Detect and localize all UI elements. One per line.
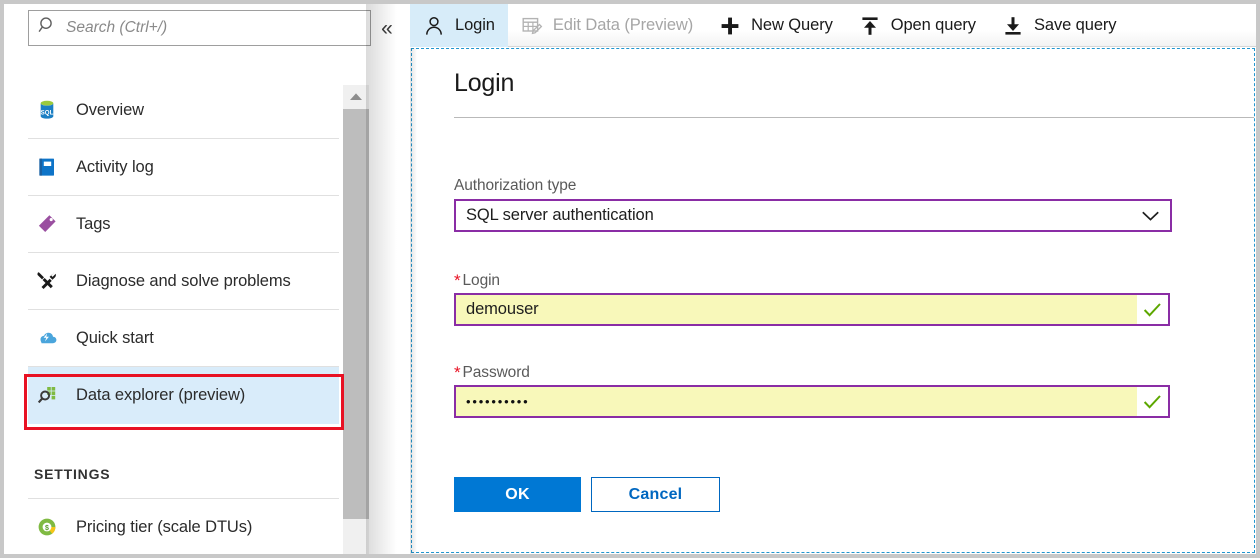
svg-text:SQL: SQL: [41, 109, 54, 116]
svg-text:$: $: [45, 525, 49, 532]
data-explorer-icon: [34, 382, 60, 408]
open-query-icon: [858, 14, 882, 38]
tab-login-label: Login: [455, 16, 495, 35]
settings-menu-list: $ Pricing tier (scale DTUs): [28, 499, 339, 554]
cancel-button[interactable]: Cancel: [591, 477, 720, 512]
form-button-row: OK Cancel: [454, 477, 720, 512]
password-field-label: *Password: [454, 363, 530, 383]
tools-icon: [34, 268, 60, 294]
sidebar-item-label: Tags: [76, 215, 110, 234]
data-explorer-toolbar: Login Edit Data (Preview): [410, 4, 1256, 47]
sql-database-icon: SQL: [34, 97, 60, 123]
authorization-type-value: SQL server authentication: [456, 206, 1130, 225]
sidebar-search-row: «: [28, 10, 400, 48]
cloud-lightning-icon: [34, 325, 60, 351]
password-input[interactable]: [456, 387, 1137, 416]
save-query-icon: [1001, 14, 1025, 38]
sidebar-item-label: Pricing tier (scale DTUs): [76, 518, 252, 537]
sidebar-item-activity-log[interactable]: Activity log: [28, 139, 339, 196]
sidebar-item-quick-start[interactable]: Quick start: [28, 310, 339, 367]
sidebar-item-tags[interactable]: Tags: [28, 196, 339, 253]
data-explorer-pane: Login Edit Data (Preview): [410, 4, 1256, 554]
ok-button[interactable]: OK: [454, 477, 581, 512]
collapse-menu-button[interactable]: «: [374, 13, 400, 43]
person-icon: [422, 14, 446, 38]
title-divider: [454, 117, 1254, 118]
open-query-button[interactable]: Open query: [846, 4, 989, 47]
required-marker: *: [454, 363, 461, 382]
sidebar-item-label: Data explorer (preview): [76, 386, 245, 405]
pricing-tier-icon: $: [34, 514, 60, 540]
sidebar-scrollbar[interactable]: [343, 85, 369, 554]
tag-icon: [34, 211, 60, 237]
new-query-button[interactable]: New Query: [706, 4, 846, 47]
login-input[interactable]: [456, 295, 1137, 324]
checkmark-icon: [1137, 387, 1168, 416]
password-label-text: Password: [463, 364, 530, 381]
open-query-label: Open query: [891, 16, 976, 35]
authorization-type-select[interactable]: SQL server authentication: [454, 199, 1172, 232]
sidebar-item-pricing-tier[interactable]: $ Pricing tier (scale DTUs): [28, 499, 339, 554]
sidebar-section-header-settings: SETTINGS: [34, 466, 110, 482]
scrollbar-up-arrow-icon[interactable]: [343, 85, 369, 107]
page-title: Login: [454, 69, 514, 98]
sidebar-item-label: Diagnose and solve problems: [76, 272, 291, 291]
login-form-panel: Login Authorization type SQL server auth…: [411, 48, 1255, 553]
tab-edit-data: Edit Data (Preview): [508, 4, 706, 47]
login-label-text: Login: [463, 272, 500, 289]
tab-edit-data-label: Edit Data (Preview): [553, 16, 693, 35]
sidebar-item-label: Activity log: [76, 158, 154, 177]
sidebar-item-label: Quick start: [76, 329, 154, 348]
required-marker: *: [454, 271, 461, 290]
sidebar-item-label: Overview: [76, 101, 144, 120]
sidebar-item-overview[interactable]: SQL Overview: [28, 82, 339, 139]
scrollbar-thumb[interactable]: [343, 109, 369, 519]
new-query-label: New Query: [751, 16, 833, 35]
save-query-label: Save query: [1034, 16, 1116, 35]
login-field-label: *Login: [454, 271, 500, 291]
password-input-wrapper: [454, 385, 1170, 418]
sidebar-item-data-explorer[interactable]: Data explorer (preview): [28, 367, 339, 424]
login-input-wrapper: [454, 293, 1170, 326]
chevron-down-icon: [1130, 210, 1170, 222]
search-box[interactable]: [28, 10, 371, 46]
search-input[interactable]: [66, 19, 356, 37]
resource-menu-list: SQL Overview Activity log: [28, 82, 339, 424]
tab-login[interactable]: Login: [410, 4, 508, 47]
save-query-button[interactable]: Save query: [989, 4, 1129, 47]
activity-log-icon: [34, 154, 60, 180]
azure-portal-screen: « SQL Overview: [0, 0, 1260, 558]
plus-icon: [718, 14, 742, 38]
checkmark-icon: [1137, 295, 1168, 324]
edit-table-icon: [520, 14, 544, 38]
chevron-double-left-icon: «: [381, 18, 393, 39]
resource-menu-sidebar: « SQL Overview: [4, 4, 410, 554]
search-icon: [38, 16, 57, 40]
authorization-type-label: Authorization type: [454, 177, 576, 195]
sidebar-item-diagnose[interactable]: Diagnose and solve problems: [28, 253, 339, 310]
